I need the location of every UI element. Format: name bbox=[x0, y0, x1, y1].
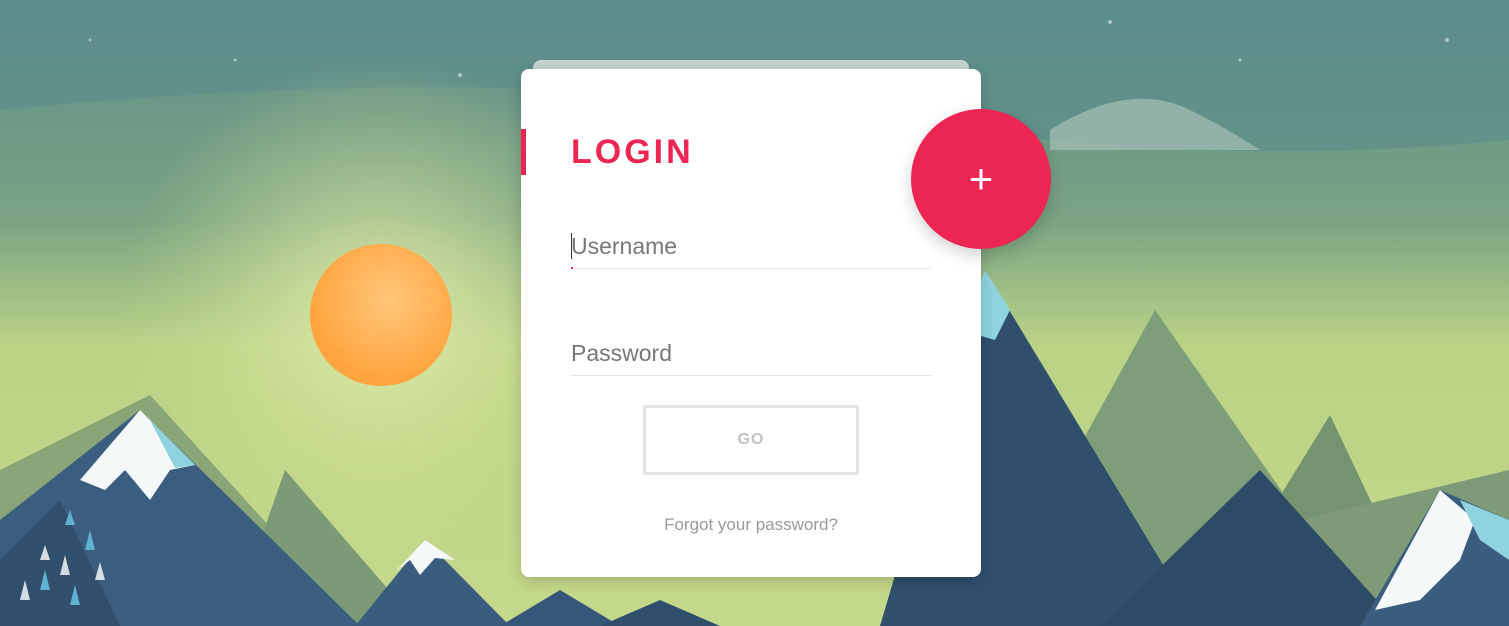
register-fab-button[interactable]: + bbox=[911, 109, 1051, 249]
password-input[interactable] bbox=[571, 331, 931, 375]
title-accent-bar bbox=[521, 129, 526, 175]
username-input[interactable] bbox=[571, 224, 931, 268]
login-title: LOGIN bbox=[571, 133, 694, 171]
password-field bbox=[571, 331, 931, 376]
go-button[interactable]: GO bbox=[643, 405, 859, 475]
username-focus-line bbox=[571, 267, 573, 269]
plus-icon: + bbox=[968, 155, 994, 202]
username-field bbox=[571, 224, 931, 269]
forgot-password-link[interactable]: Forgot your password? bbox=[521, 515, 981, 535]
sun bbox=[310, 244, 452, 386]
text-caret bbox=[571, 233, 572, 259]
